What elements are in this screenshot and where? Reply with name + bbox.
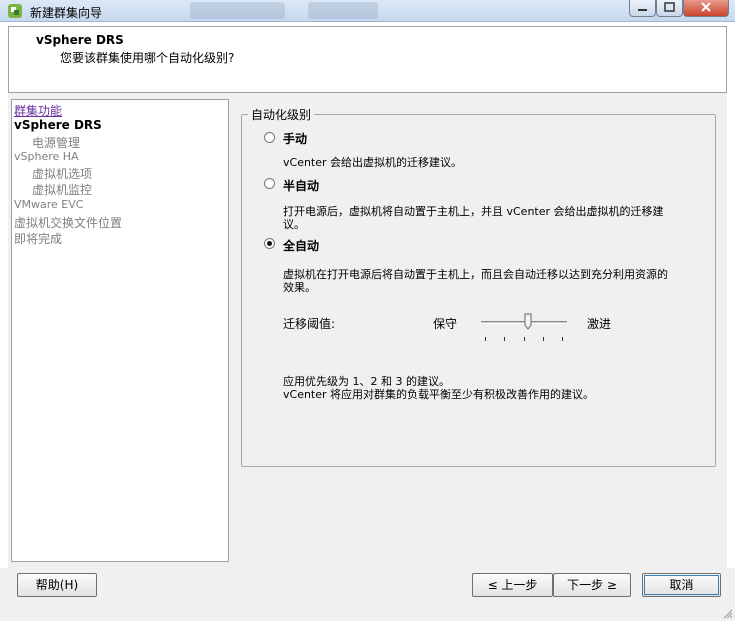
background-tab[interactable] xyxy=(190,2,285,19)
wizard-footer: 帮助(H) ≤ 上一步 下一步 ≥ 取消 xyxy=(0,568,735,621)
wizard-step-list: 群集功能 vSphere DRS 电源管理 vSphere HA 虚拟机选项 虚… xyxy=(11,99,229,562)
window-title: 新建群集向导 xyxy=(30,6,103,20)
nav-step-cluster-features[interactable]: 群集功能 xyxy=(14,102,62,119)
maximize-icon xyxy=(664,2,675,12)
radio-partially-automated[interactable] xyxy=(264,178,275,189)
option-partially-automated-label[interactable]: 半自动 xyxy=(283,177,319,194)
resize-grip-icon[interactable] xyxy=(721,607,733,619)
minimize-icon xyxy=(638,9,647,11)
app-icon xyxy=(8,4,22,18)
nav-step-ready-to-complete: 即将完成 xyxy=(14,232,63,246)
close-button[interactable] xyxy=(683,0,729,17)
page-subtitle: 您要该群集使用哪个自动化级别? xyxy=(60,51,235,65)
slider-tick xyxy=(524,337,525,341)
close-icon xyxy=(701,2,711,12)
slider-tick xyxy=(562,337,563,341)
slider-tick xyxy=(543,337,544,341)
slider-thumb[interactable] xyxy=(524,313,532,330)
back-button[interactable]: ≤ 上一步 xyxy=(472,573,553,597)
slider-tick xyxy=(504,337,505,341)
option-manual-label[interactable]: 手动 xyxy=(283,130,307,147)
maximize-button[interactable] xyxy=(656,0,683,17)
nav-step-power-management: 电源管理 xyxy=(32,136,81,150)
title-bar: 新建群集向导 xyxy=(0,0,735,22)
radio-manual[interactable] xyxy=(264,132,275,143)
nav-step-vmware-evc: VMware EVC xyxy=(14,198,84,211)
option-partially-automated-description: 打开电源后，虚拟机将自动置于主机上，并且 vCenter 会给出虚拟机的迁移建 xyxy=(283,205,664,218)
nav-step-vm-options: 虚拟机选项 xyxy=(32,167,93,181)
nav-step-vm-monitoring: 虚拟机监控 xyxy=(32,183,93,197)
cancel-button[interactable]: 取消 xyxy=(642,573,721,597)
slider-tick xyxy=(485,337,486,341)
option-fully-automated-description: 虚拟机在打开电源后将自动置于主机上，而且会自动迁移以达到充分利用资源的 xyxy=(283,268,668,281)
option-manual-description: vCenter 会给出虚拟机的迁移建议。 xyxy=(283,156,463,169)
option-fully-automated-label[interactable]: 全自动 xyxy=(283,237,319,254)
nav-step-swapfile-location: 虚拟机交换文件位置 xyxy=(14,216,123,230)
nav-step-vsphere-ha: vSphere HA xyxy=(14,150,79,163)
page-title: vSphere DRS xyxy=(36,33,124,47)
threshold-info-line-2: vCenter 将应用对群集的负载平衡至少有积极改善作用的建议。 xyxy=(283,388,595,401)
threshold-conservative-label: 保守 xyxy=(433,317,458,331)
wizard-header: vSphere DRS 您要该群集使用哪个自动化级别? xyxy=(8,26,727,93)
background-tab[interactable] xyxy=(308,2,378,19)
automation-level-label: 自动化级别 xyxy=(248,106,315,123)
next-button[interactable]: 下一步 ≥ xyxy=(553,573,631,597)
radio-fully-automated[interactable] xyxy=(264,238,275,249)
help-button[interactable]: 帮助(H) xyxy=(17,573,97,597)
migration-threshold-label: 迁移阈值: xyxy=(283,317,336,331)
minimize-button[interactable] xyxy=(629,0,656,17)
option-partially-automated-description-cont: 议。 xyxy=(283,218,305,231)
option-fully-automated-description-cont: 效果。 xyxy=(283,281,316,294)
nav-step-vsphere-drs: vSphere DRS xyxy=(14,118,102,132)
threshold-aggressive-label: 激进 xyxy=(587,317,612,331)
